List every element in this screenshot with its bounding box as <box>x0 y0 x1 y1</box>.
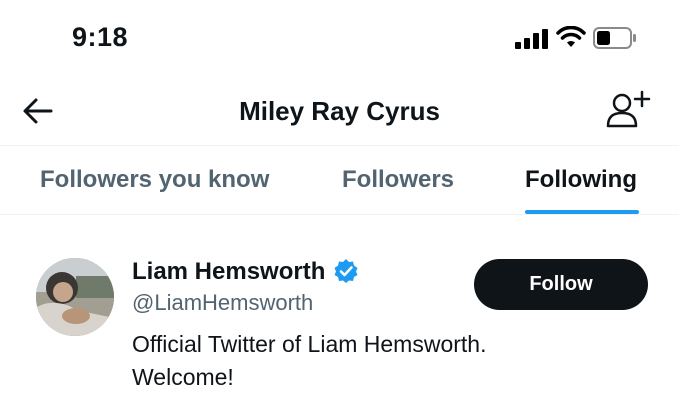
avatar-photo <box>36 258 114 336</box>
cellular-signal-icon <box>515 29 548 49</box>
tab-bar: Followers you know Followers Following <box>0 145 679 215</box>
battery-icon <box>593 27 636 49</box>
user-list-item[interactable]: Liam Hemsworth @LiamHemsworth Official T… <box>0 216 679 405</box>
follow-button[interactable]: Follow <box>474 259 648 310</box>
tab-followers-you-know[interactable]: Followers you know <box>40 166 269 194</box>
active-tab-indicator <box>525 210 639 214</box>
verified-badge-icon <box>334 259 358 283</box>
avatar[interactable] <box>36 258 114 336</box>
user-bio: Official Twitter of Liam Hemsworth. Welc… <box>132 331 487 390</box>
add-user-icon[interactable] <box>602 90 652 130</box>
header: Miley Ray Cyrus <box>0 80 679 144</box>
user-handle: @LiamHemsworth <box>132 290 314 315</box>
wifi-icon <box>556 26 586 47</box>
tab-followers[interactable]: Followers <box>342 166 454 194</box>
tab-following[interactable]: Following <box>525 166 637 194</box>
page-title: Miley Ray Cyrus <box>239 96 440 126</box>
status-time: 9:18 <box>72 22 129 52</box>
user-name[interactable]: Liam Hemsworth <box>132 258 325 286</box>
status-bar: 9:18 <box>0 0 679 80</box>
